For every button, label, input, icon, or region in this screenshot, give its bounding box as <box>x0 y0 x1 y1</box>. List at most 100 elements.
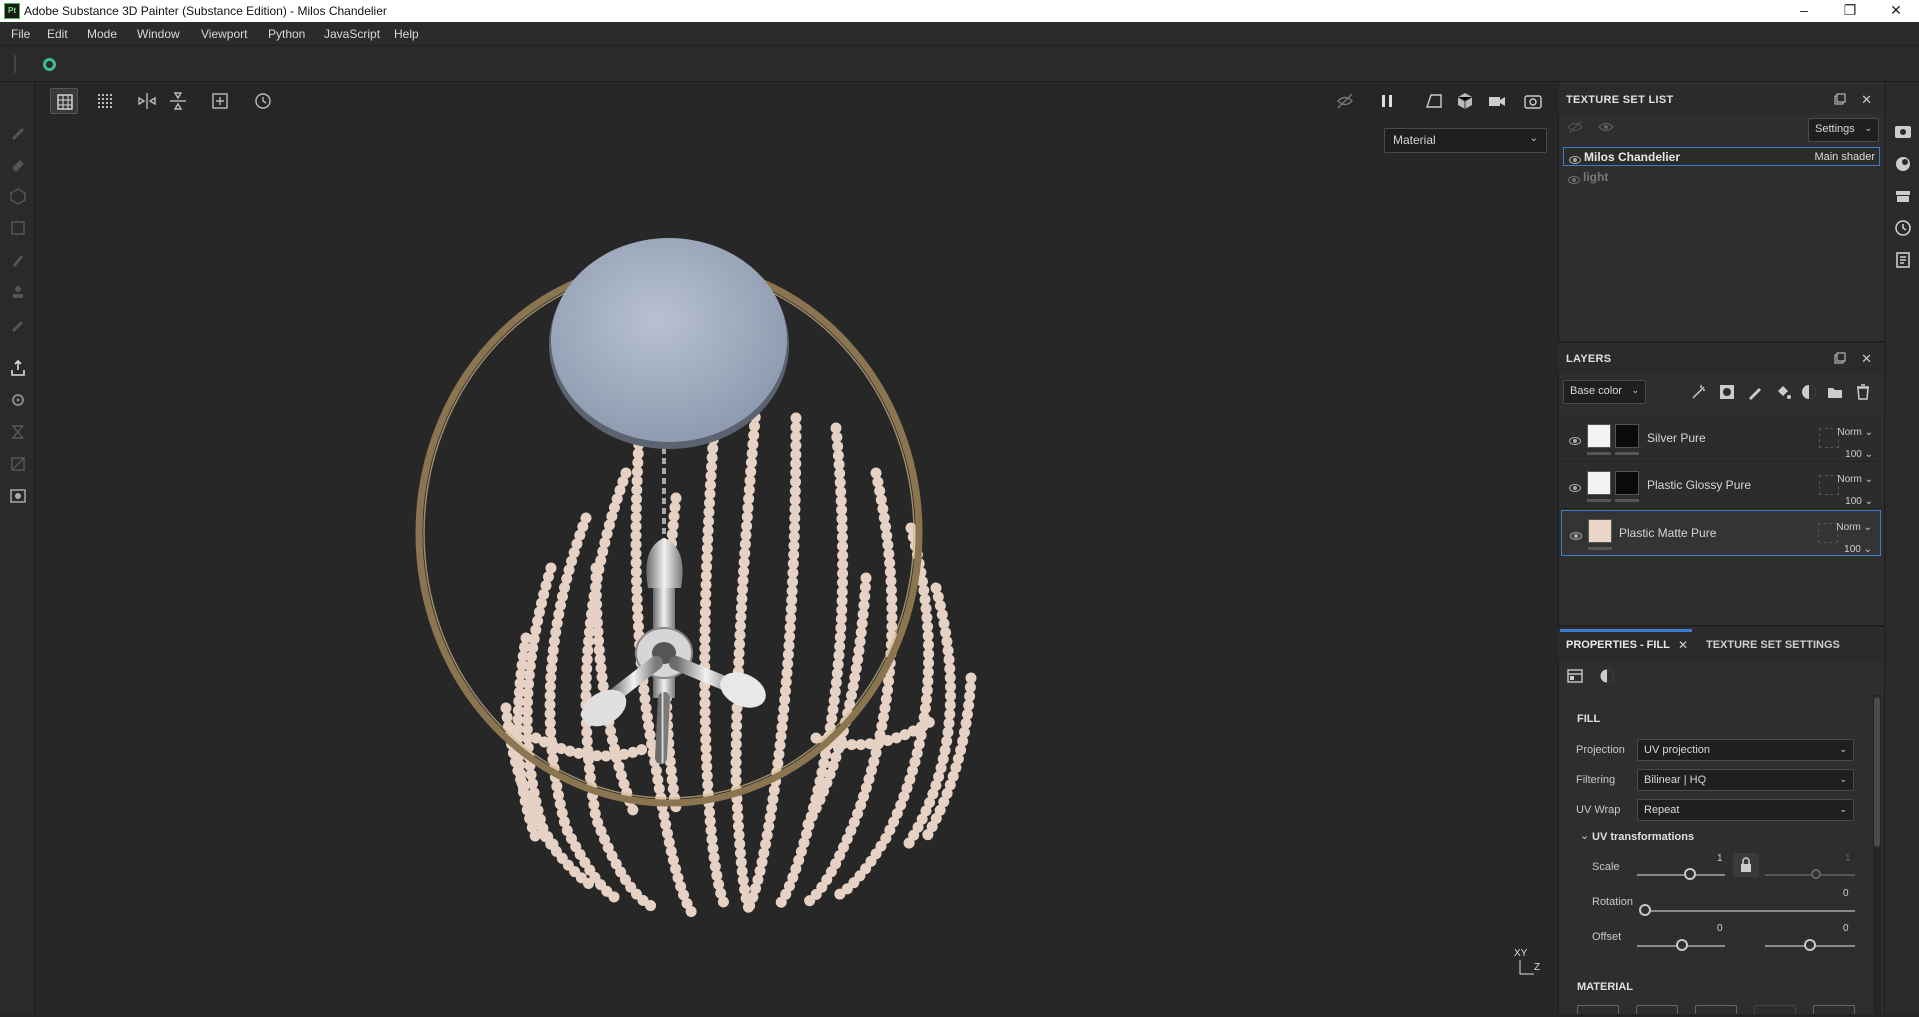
offset-v-value[interactable]: 0 <box>1843 923 1849 934</box>
history-panel-icon[interactable] <box>1893 218 1913 238</box>
geometry-mask-box[interactable] <box>1819 475 1839 495</box>
material-channel-button[interactable] <box>1754 1005 1796 1014</box>
geometry-mask-box[interactable] <box>1818 523 1838 543</box>
opacity-value[interactable]: 100 <box>1845 496 1862 507</box>
channel-dropdown[interactable]: Base color ⌄ <box>1563 380 1646 404</box>
assets-icon[interactable] <box>1893 186 1913 206</box>
geometry-mask-box[interactable] <box>1819 428 1839 448</box>
blend-mode-value[interactable]: Norm <box>1837 474 1861 485</box>
eraser-icon[interactable] <box>8 154 28 174</box>
shelf-icon[interactable] <box>1893 122 1913 142</box>
hide-all-icon[interactable] <box>1567 120 1583 134</box>
offset-u-value[interactable]: 0 <box>1717 923 1723 934</box>
hide-ui-icon[interactable] <box>1334 90 1356 112</box>
uv-wrap-dropdown[interactable]: Repeat ⌄ <box>1637 799 1854 821</box>
scale-value[interactable]: 1 <box>1717 853 1723 864</box>
smudge-icon[interactable] <box>8 250 28 270</box>
chevron-down-icon[interactable]: ⌄ <box>1580 829 1589 842</box>
add-effect-icon[interactable] <box>1690 383 1708 401</box>
rotation-value[interactable]: 0 <box>1843 888 1849 899</box>
filtering-dropdown[interactable]: Bilinear | HQ ⌄ <box>1637 769 1854 791</box>
opacity-value[interactable]: 100 <box>1845 449 1862 460</box>
layer-row-plastic-matte-pure[interactable]: Plastic Matte Pure Norm ⌄ 100 ⌄ <box>1561 510 1881 556</box>
tab-texture-set-settings[interactable]: TEXTURE SET SETTINGS <box>1706 639 1840 651</box>
visibility-eye-icon[interactable] <box>1568 176 1580 184</box>
visibility-eye-icon[interactable] <box>1569 484 1581 492</box>
texture-set-item-milos-chandelier[interactable]: Milos Chandelier Main shader <box>1563 147 1880 166</box>
menu-mode[interactable]: Mode <box>87 27 117 41</box>
add-folder-icon[interactable] <box>1826 383 1844 401</box>
add-paint-layer-icon[interactable] <box>1746 383 1764 401</box>
material-channel-button[interactable] <box>1577 1005 1619 1014</box>
uv-transformations-title[interactable]: UV transformations <box>1592 831 1694 843</box>
pause-icon[interactable] <box>1376 90 1398 112</box>
3d-viewport[interactable]: XY Z <box>36 118 1556 1014</box>
scrollbar-thumb[interactable] <box>1874 697 1880 847</box>
screenshot-tool-icon[interactable] <box>8 486 28 506</box>
layer-mask-thumbnail[interactable] <box>1615 471 1639 495</box>
material-channel-button[interactable] <box>1636 1005 1678 1014</box>
scale-slider-track[interactable] <box>1637 874 1725 876</box>
layer-blend-controls[interactable]: Norm ⌄ 100 ⌄ <box>1836 517 1872 561</box>
viewport-2d-3d-toggle[interactable] <box>50 88 78 114</box>
menu-viewport[interactable]: Viewport <box>201 27 247 41</box>
bake-icon[interactable] <box>8 422 28 442</box>
screenshot-camera-icon[interactable] <box>1522 90 1544 112</box>
tab-properties-fill[interactable]: PROPERTIES - FILL <box>1566 639 1670 651</box>
material-channel-button[interactable] <box>1813 1005 1855 1014</box>
visibility-eye-icon[interactable] <box>1569 156 1581 164</box>
layer-mask-thumbnail[interactable] <box>1615 424 1639 448</box>
menu-javascript[interactable]: JavaScript <box>324 27 380 41</box>
maximize-icon[interactable]: ❐ <box>1827 0 1873 22</box>
visibility-eye-icon[interactable] <box>1570 532 1582 540</box>
material-channel-button[interactable] <box>1695 1005 1737 1014</box>
add-mask-icon[interactable] <box>1718 383 1736 401</box>
texture-set-shader[interactable]: Main shader <box>1814 151 1875 163</box>
settings-gear-icon[interactable] <box>8 390 28 410</box>
add-fill-layer-icon[interactable] <box>1774 383 1792 401</box>
properties-mode-icon[interactable] <box>1567 668 1583 684</box>
projection-icon[interactable] <box>8 186 28 206</box>
history-icon[interactable] <box>252 90 274 112</box>
geometry-fill-icon[interactable] <box>8 218 28 238</box>
layer-row-plastic-glossy-pure[interactable]: Plastic Glossy Pure Norm ⌄ 100 ⌄ <box>1561 463 1881 509</box>
show-all-icon[interactable] <box>1598 120 1614 134</box>
rotation-slider-handle[interactable] <box>1639 904 1651 916</box>
offset-u-slider-handle[interactable] <box>1676 939 1688 951</box>
mirror-y-icon[interactable] <box>167 90 189 112</box>
viewport-mode-select[interactable]: Material ⌄ <box>1384 128 1547 153</box>
clone-stamp-icon[interactable] <box>8 282 28 302</box>
rotation-slider-track[interactable] <box>1645 910 1855 912</box>
color-picker-icon[interactable] <box>8 314 28 334</box>
undock-icon[interactable] <box>1834 93 1846 105</box>
texture-set-item-light[interactable]: light <box>1563 168 1880 187</box>
opacity-value[interactable]: 100 <box>1844 544 1861 555</box>
visibility-eye-icon[interactable] <box>1569 437 1581 445</box>
render-cube-icon[interactable] <box>1454 90 1476 112</box>
menu-edit[interactable]: Edit <box>47 27 68 41</box>
texture-set-settings-dropdown[interactable]: Settings ⌄ <box>1808 118 1879 142</box>
log-icon[interactable] <box>1893 250 1913 270</box>
blend-mode-value[interactable]: Norm <box>1836 522 1860 533</box>
add-camera-icon[interactable] <box>209 90 231 112</box>
layer-row-silver-pure[interactable]: Silver Pure Norm ⌄ 100 ⌄ <box>1561 416 1881 462</box>
display-settings-icon[interactable] <box>1893 154 1913 174</box>
offset-v-slider-handle[interactable] <box>1804 939 1816 951</box>
camera-video-icon[interactable] <box>1486 90 1508 112</box>
close-panel-icon[interactable]: ✕ <box>1861 351 1872 367</box>
blend-mode-value[interactable]: Norm <box>1837 427 1861 438</box>
split-view-icon[interactable] <box>94 90 116 112</box>
menu-file[interactable]: File <box>11 27 30 41</box>
layer-blend-controls[interactable]: Norm ⌄ 100 ⌄ <box>1837 469 1873 513</box>
export-icon[interactable] <box>8 358 28 378</box>
display-mode-icon[interactable] <box>1423 90 1445 112</box>
close-panel-icon[interactable]: ✕ <box>1861 92 1872 108</box>
close-icon[interactable]: ✕ <box>1873 0 1919 22</box>
paint-brush-icon[interactable] <box>8 122 28 142</box>
close-tab-icon[interactable]: ✕ <box>1678 638 1688 652</box>
projection-dropdown[interactable]: UV projection ⌄ <box>1637 739 1854 761</box>
lock-scale-button[interactable] <box>1733 853 1759 877</box>
sync-status-icon[interactable] <box>43 58 56 71</box>
layer-blend-controls[interactable]: Norm ⌄ 100 ⌄ <box>1837 422 1873 466</box>
properties-scrollbar[interactable] <box>1873 695 1881 1014</box>
